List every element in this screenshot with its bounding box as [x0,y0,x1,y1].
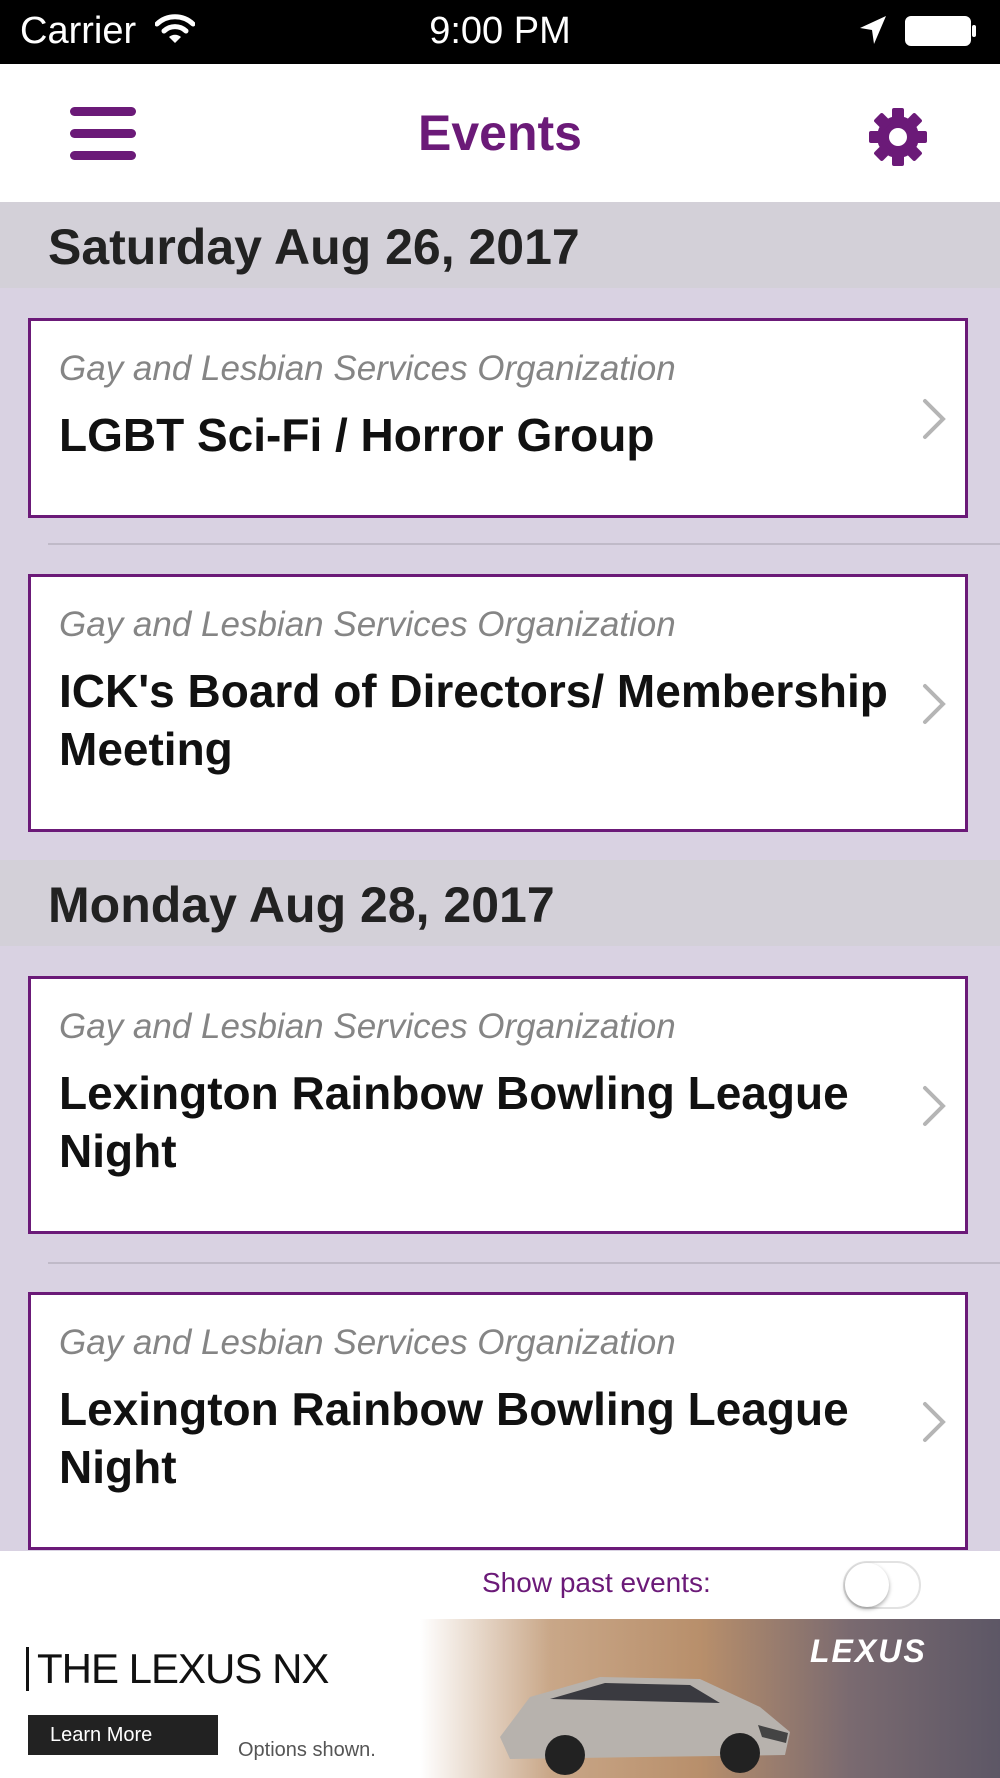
toggle-knob [845,1563,889,1607]
chevron-right-icon [921,683,947,725]
event-title: Lexington Rainbow Bowling League Night [59,1383,849,1493]
navigation-bar: Events [0,64,1000,202]
event-organization: Gay and Lesbian Services Organization [59,1007,676,1046]
event-card[interactable]: Gay and Lesbian Services Organization IC… [28,574,968,832]
ad-brand-logo: LEXUS [810,1633,927,1669]
chevron-right-icon [921,1085,947,1127]
section-date: Monday Aug 28, 2017 [48,877,555,933]
event-organization: Gay and Lesbian Services Organization [59,349,676,388]
row-divider [48,543,1000,545]
show-past-events-label: Show past events: [482,1567,711,1598]
ad-headline: THE LEXUS NX [26,1647,329,1691]
location-arrow-icon [858,14,888,51]
gear-icon[interactable] [866,105,930,169]
event-title: Lexington Rainbow Bowling League Night [59,1067,849,1177]
event-card[interactable]: Gay and Lesbian Services Organization Le… [28,976,968,1234]
section-header: Monday Aug 28, 2017 [0,860,1000,946]
section-header: Saturday Aug 26, 2017 [0,202,1000,288]
events-list[interactable]: Saturday Aug 26, 2017 Gay and Lesbian Se… [0,202,1000,1551]
ad-options-note: Options shown. [238,1739,376,1761]
chevron-right-icon [921,1401,947,1443]
event-title: LGBT Sci-Fi / Horror Group [59,409,655,461]
past-events-bar: Show past events: [0,1551,1000,1619]
page-title: Events [418,105,582,161]
car-image [470,1637,800,1778]
event-card[interactable]: Gay and Lesbian Services Organization Le… [28,1292,968,1550]
ad-learn-more-button[interactable]: Learn More [28,1715,218,1755]
status-bar: Carrier 9:00 PM [0,0,1000,64]
event-organization: Gay and Lesbian Services Organization [59,1323,676,1362]
ad-banner[interactable]: THE LEXUS NX Learn More Options shown. L… [0,1619,1000,1778]
row-divider [48,1262,1000,1264]
show-past-events-toggle[interactable] [843,1561,921,1609]
event-organization: Gay and Lesbian Services Organization [59,605,676,644]
status-time: 9:00 PM [429,10,571,52]
event-title: ICK's Board of Directors/ Membership Mee… [59,665,888,775]
battery-icon [905,16,977,46]
section-date: Saturday Aug 26, 2017 [48,219,580,275]
event-card[interactable]: Gay and Lesbian Services Organization LG… [28,318,968,518]
chevron-right-icon [921,398,947,440]
